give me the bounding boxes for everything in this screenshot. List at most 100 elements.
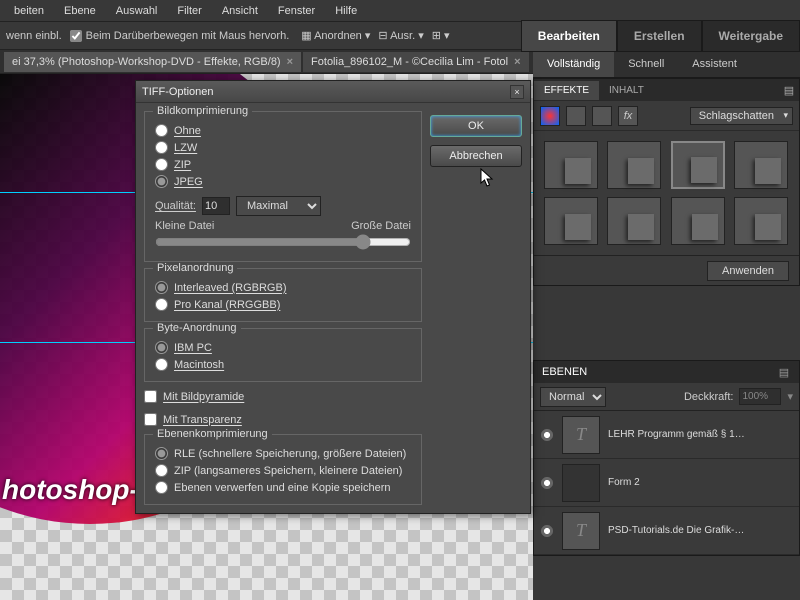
visibility-icon[interactable] xyxy=(540,476,554,490)
tab-edit[interactable]: Bearbeiten xyxy=(521,20,617,52)
quality-input[interactable] xyxy=(202,197,230,215)
chevron-down-icon[interactable]: ▾ xyxy=(787,390,793,403)
effect-type-dropdown[interactable]: Schlagschatten xyxy=(690,107,793,125)
layer-compression-group: Ebenenkomprimierung RLE (schnellere Spei… xyxy=(144,434,422,505)
radio-interleaved[interactable]: Interleaved (RGBRGB) xyxy=(155,279,411,296)
align-button[interactable]: Ausr. xyxy=(390,30,415,42)
panel-menu-icon[interactable] xyxy=(777,365,791,379)
visibility-icon[interactable] xyxy=(540,524,554,538)
effect-thumbnail[interactable] xyxy=(607,141,661,189)
radio-lzw[interactable]: LZW xyxy=(155,139,411,156)
effects-toolbar: fx Schlagschatten xyxy=(534,101,799,131)
group-legend: Ebenenkomprimierung xyxy=(153,428,272,440)
layer-thumbnail[interactable] xyxy=(562,464,600,502)
radio-label: Pro Kanal (RRGGBB) xyxy=(174,299,280,311)
tab-create[interactable]: Erstellen xyxy=(617,20,702,52)
dialog-title: TIFF-Optionen xyxy=(142,86,214,98)
radio-none[interactable]: Ohne xyxy=(155,122,411,139)
quality-slider[interactable] xyxy=(155,234,411,250)
quality-dropdown[interactable]: Maximal xyxy=(236,196,321,216)
opacity-input[interactable] xyxy=(739,388,781,405)
tab-label: Fotolia_896102_M - ©Cecilia Lim - Fotol xyxy=(311,56,508,68)
close-icon[interactable]: × xyxy=(514,56,520,68)
menu-item[interactable]: Fenster xyxy=(268,2,325,20)
menu-item[interactable]: Filter xyxy=(167,2,211,20)
radio-label: Ohne xyxy=(174,125,201,137)
checkbox-icon[interactable] xyxy=(70,30,82,42)
panel-menu-icon[interactable] xyxy=(779,83,799,97)
radio-jpeg[interactable]: JPEG xyxy=(155,173,411,190)
radio-discard[interactable]: Ebenen verwerfen und eine Kopie speicher… xyxy=(155,479,411,496)
radio-zip-layers[interactable]: ZIP (langsameres Speichern, kleinere Dat… xyxy=(155,462,411,479)
document-tab[interactable]: ei 37,3% (Photoshop-Workshop-DVD - Effek… xyxy=(4,52,301,72)
cancel-button[interactable]: Abbrechen xyxy=(430,145,522,167)
layers-panel: EBENEN Normal Deckkraft: ▾ T LEHR Progra… xyxy=(533,360,800,556)
distribute-button[interactable]: ⊞ ▾ xyxy=(432,29,450,42)
radio-label: Ebenen verwerfen und eine Kopie speicher… xyxy=(174,482,390,494)
effect-thumbnail[interactable] xyxy=(734,141,788,189)
checkbox-pyramid[interactable]: Mit Bildpyramide xyxy=(144,388,422,405)
group-legend: Pixelanordnung xyxy=(153,262,237,274)
tab-share[interactable]: Weitergabe xyxy=(702,20,800,52)
dialog-titlebar[interactable]: TIFF-Optionen × xyxy=(136,81,530,103)
layer-thumbnail[interactable]: T xyxy=(562,416,600,454)
layer-name[interactable]: PSD-Tutorials.de Die Grafik-… xyxy=(608,525,793,536)
layers-panel-title: EBENEN xyxy=(542,366,587,378)
ok-button[interactable]: OK xyxy=(430,115,522,137)
effect-thumbnail[interactable] xyxy=(671,141,725,189)
effect-thumbnail[interactable] xyxy=(734,197,788,245)
effect-thumbnail[interactable] xyxy=(544,141,598,189)
radio-mac[interactable]: Macintosh xyxy=(155,356,411,373)
group-legend: Byte-Anordnung xyxy=(153,322,241,334)
radio-zip[interactable]: ZIP xyxy=(155,156,411,173)
document-tab[interactable]: Fotolia_896102_M - ©Cecilia Lim - Fotol … xyxy=(303,52,528,72)
checkbox-label: Beim Darüberbewegen mit Maus hervorh. xyxy=(86,30,290,42)
close-icon[interactable]: × xyxy=(287,56,293,68)
tiff-options-dialog: TIFF-Optionen × Bildkomprimierung Ohne L… xyxy=(135,80,531,514)
close-icon[interactable]: × xyxy=(510,85,524,99)
opacity-label: Deckkraft: xyxy=(684,391,734,403)
subtab-quick[interactable]: Schnell xyxy=(614,52,678,77)
radio-label: ZIP (langsameres Speichern, kleinere Dat… xyxy=(174,465,402,477)
checkbox-label: Mit Bildpyramide xyxy=(163,391,244,403)
layer-row[interactable]: T PSD-Tutorials.de Die Grafik-… xyxy=(534,507,799,555)
layer-name[interactable]: LEHR Programm gemäß § 1… xyxy=(608,429,793,440)
effect-thumbnail[interactable] xyxy=(544,197,598,245)
byte-order-group: Byte-Anordnung IBM PC Macintosh xyxy=(144,328,422,382)
fx-filter-icon[interactable]: fx xyxy=(618,106,638,126)
radio-perchannel[interactable]: Pro Kanal (RRGGBB) xyxy=(155,296,411,313)
checkbox-label: Mit Transparenz xyxy=(163,414,242,426)
slider-min-label: Kleine Datei xyxy=(155,220,214,232)
menu-item[interactable]: Ansicht xyxy=(212,2,268,20)
radio-label: ZIP xyxy=(174,159,191,171)
fx-filter-icon[interactable] xyxy=(566,106,586,126)
hover-highlight-checkbox[interactable]: Beim Darüberbewegen mit Maus hervorh. xyxy=(70,30,290,42)
layer-thumbnail[interactable]: T xyxy=(562,512,600,550)
opts-text: wenn einbl. xyxy=(6,30,62,42)
visibility-icon[interactable] xyxy=(540,428,554,442)
menu-item[interactable]: Auswahl xyxy=(106,2,168,20)
layer-row[interactable]: Form 2 xyxy=(534,459,799,507)
subtab-full[interactable]: Vollständig xyxy=(533,52,614,77)
menu-item[interactable]: beiten xyxy=(4,2,54,20)
layer-name[interactable]: Form 2 xyxy=(608,477,793,488)
radio-ibmpc[interactable]: IBM PC xyxy=(155,339,411,356)
effect-thumbnail[interactable] xyxy=(671,197,725,245)
radio-label: RLE (schnellere Speicherung, größere Dat… xyxy=(174,448,406,460)
layer-row[interactable]: T LEHR Programm gemäß § 1… xyxy=(534,411,799,459)
apply-button[interactable]: Anwenden xyxy=(707,261,789,281)
subtab-guided[interactable]: Assistent xyxy=(678,52,751,77)
arrange-button[interactable]: Anordnen xyxy=(314,30,362,42)
mode-subtabs: Vollständig Schnell Assistent xyxy=(533,52,800,78)
blend-mode-dropdown[interactable]: Normal xyxy=(540,387,606,407)
image-compression-group: Bildkomprimierung Ohne LZW ZIP JPEG Qual… xyxy=(144,111,422,262)
tab-content[interactable]: INHALT xyxy=(599,81,654,100)
effect-thumbnail[interactable] xyxy=(607,197,661,245)
radio-rle[interactable]: RLE (schnellere Speicherung, größere Dat… xyxy=(155,445,411,462)
fx-filter-icon[interactable] xyxy=(540,106,560,126)
tab-effects[interactable]: EFFEKTE xyxy=(534,81,599,100)
menu-item[interactable]: Ebene xyxy=(54,2,106,20)
checkbox-transparency[interactable]: Mit Transparenz xyxy=(144,411,422,428)
fx-filter-icon[interactable] xyxy=(592,106,612,126)
menu-item[interactable]: Hilfe xyxy=(325,2,367,20)
